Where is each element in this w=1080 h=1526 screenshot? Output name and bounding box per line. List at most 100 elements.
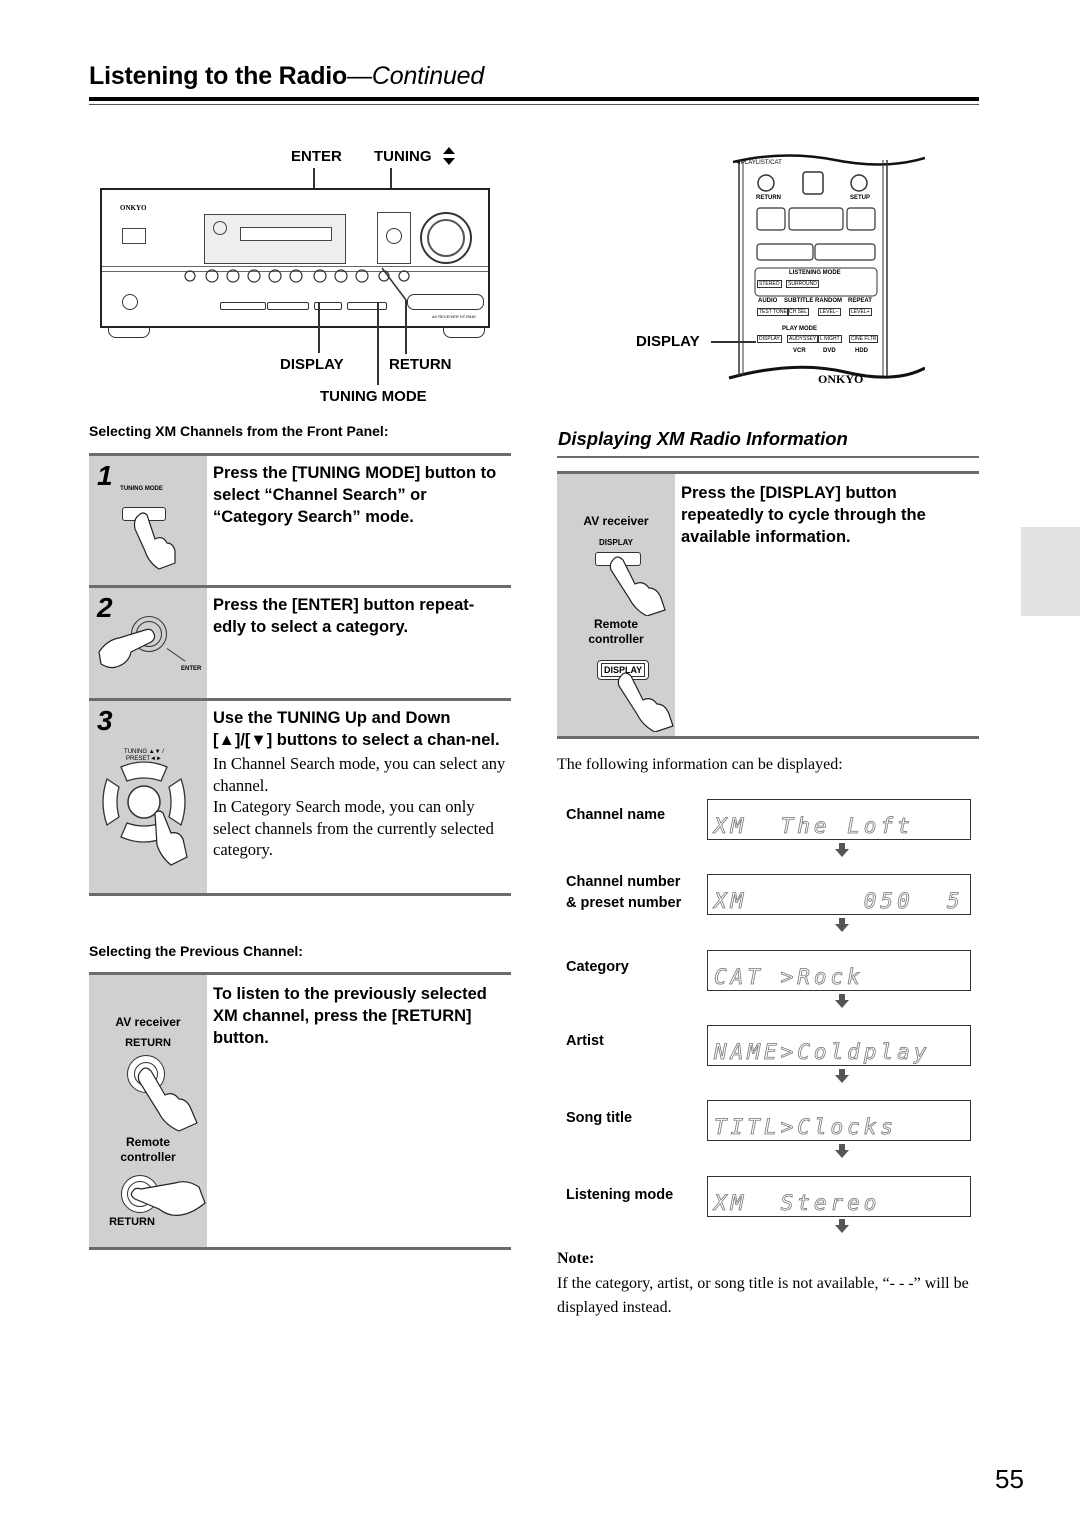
down-arrow-icon	[835, 1219, 849, 1233]
step-3-note-2: In Category Search mode, you can only se…	[213, 797, 494, 859]
lcd-display: NAME>Coldplay	[707, 1025, 971, 1066]
remote-display-callout-line	[711, 341, 756, 343]
lcd-text: XM 050 5	[714, 889, 964, 914]
page-number: 55	[995, 1464, 1024, 1494]
remote-controller-label-2: controller	[120, 1150, 176, 1164]
previous-channel-instruction: To listen to the previously selected XM …	[213, 985, 487, 1047]
lcd-text: NAME>Coldplay	[714, 1040, 931, 1065]
previous-channel-heading: Selecting the Previous Channel:	[89, 943, 303, 959]
step-3-note-1: In Channel Search mode, you can select a…	[213, 754, 506, 795]
step-number: 3	[97, 705, 113, 736]
remote-brand: ONKYO	[818, 372, 864, 386]
down-arrow-icon	[835, 1144, 849, 1158]
tuning-mode-button-label: TUNING MODE	[120, 486, 163, 492]
av-receiver-label: AV receiver	[115, 1015, 181, 1029]
step-1-instruction: Press the [TUNING MODE] button to select…	[213, 464, 497, 526]
receiver-model: AV RECEIVER HT-R640	[432, 314, 476, 319]
step-3: 3 TUNING ▲▼ / PRESET◄► Use the TUNING Up…	[89, 698, 511, 896]
down-arrow-icon	[835, 843, 849, 857]
step-2: 2 ENTER Press the [ENTER] button repeat-…	[89, 585, 511, 700]
display-item-label: Category	[566, 959, 629, 975]
pressing-hand-icon	[98, 628, 156, 669]
remote-ch-sel-button: CH SEL	[787, 308, 810, 316]
remote-cine-filter-button: CINE FLTR	[849, 335, 879, 343]
pressing-hand-icon	[137, 1067, 198, 1132]
display-item-label: Channel number	[566, 874, 681, 890]
xm-info-title-rule	[557, 456, 979, 458]
pressing-hand-icon	[609, 556, 666, 616]
receiver-foot-right	[443, 327, 485, 338]
remote-controller-label-2: controller	[588, 632, 644, 646]
remote-repeat-label: REPEAT	[848, 298, 872, 304]
step-1-illustration: 1 TUNING MODE	[89, 456, 207, 587]
master-volume-knob	[420, 212, 472, 264]
aux-input-panel	[407, 294, 484, 310]
remote-l-night-button: L NIGHT	[818, 335, 842, 343]
step-number: 2	[97, 592, 113, 623]
lcd-text: TITL>Clocks	[714, 1115, 898, 1140]
xm-display-illustration: AV receiver DISPLAY Remote controller DI…	[557, 474, 675, 736]
tuning-label: TUNING	[374, 148, 432, 165]
return-callout-line	[381, 267, 407, 354]
chapter-tab	[1021, 527, 1080, 616]
remote-controller-label-1: Remote	[593, 617, 638, 631]
front-panel-heading: Selecting XM Channels from the Front Pan…	[89, 423, 389, 439]
enter-button-illustration	[386, 228, 402, 244]
header-rule-thin	[89, 104, 979, 105]
step-2-instruction: Press the [ENTER] button repeat-edly to …	[213, 596, 475, 636]
remote-level-plus-button: LEVEL+	[849, 308, 872, 316]
previous-channel-step: AV receiver RETURN Remote controller RET…	[89, 972, 511, 1250]
lcd-display: XM 050 5	[707, 874, 971, 915]
remote-surround-button: SURROUND	[786, 280, 819, 288]
step-2-illustration: 2 ENTER	[89, 588, 207, 700]
remote-play-mode-label: PLAY MODE	[782, 326, 818, 332]
down-arrow-icon	[835, 1069, 849, 1083]
receiver-front-panel: ONKYO AV RECEIVER HT-R640	[100, 188, 490, 328]
xm-display-instruction: Press the [DISPLAY] button repeatedly to…	[681, 484, 926, 546]
lcd-text: CAT >Rock	[714, 965, 864, 990]
remote-subtitle-label: SUBTITLE	[784, 298, 814, 304]
lcd-display: CAT >Rock	[707, 950, 971, 991]
lcd-text: XM Stereo	[714, 1191, 881, 1216]
remote-vcr-label: VCR	[793, 348, 806, 354]
down-arrow-icon	[835, 994, 849, 1008]
display-item-label: Song title	[566, 1110, 633, 1126]
remote-controller-label-1: Remote	[125, 1135, 170, 1149]
pressing-hand-icon	[617, 672, 674, 732]
av-receiver-label: AV receiver	[583, 514, 649, 528]
remote-audio-label: AUDIO	[758, 298, 778, 304]
page-title: Listening to the Radio—Continued	[89, 62, 484, 91]
av-display-label: DISPLAY	[599, 538, 633, 547]
header-rule	[89, 97, 979, 101]
step-number: 1	[97, 460, 113, 491]
remote-display-button: DISPLAY	[757, 335, 782, 343]
tuning-pad-icon	[102, 761, 188, 866]
remote-stereo-button: STEREO	[757, 280, 782, 288]
remote-return-label: RETURN	[756, 195, 781, 201]
enter-button-label: ENTER	[181, 666, 202, 672]
remote-audyssey-button: AUDYSSEY	[787, 335, 819, 343]
lcd-display: XM The Loft	[707, 799, 971, 840]
power-switch	[122, 228, 146, 244]
remote-setup-label: SETUP	[850, 195, 871, 201]
remote-dvd-label: DVD	[823, 348, 836, 354]
enter-label: ENTER	[291, 148, 342, 165]
lcd-display: TITL>Clocks	[707, 1100, 971, 1141]
xm-info-title: Displaying XM Radio Information	[558, 428, 848, 449]
remote-listening-mode-label: LISTENING MODE	[789, 270, 841, 276]
receiver-brand: ONKYO	[120, 204, 147, 212]
remote-level-minus-button: LEVEL−	[818, 308, 841, 316]
tuning-mode-callout-line	[377, 303, 379, 385]
remote-return-label: RETURN	[109, 1216, 155, 1228]
down-arrow-icon	[835, 918, 849, 932]
remote-random-label: RANDOM	[815, 298, 842, 304]
step-3-instruction: Use the TUNING Up and Down [▲]/[▼] butto…	[213, 709, 500, 749]
tuning-pad	[377, 212, 411, 264]
receiver-foot-left	[108, 327, 150, 338]
display-item-label-2: & preset number	[566, 895, 682, 911]
remote-hdd-label: HDD	[855, 348, 868, 354]
receiver-display-window	[204, 214, 346, 264]
display-label: DISPLAY	[280, 356, 344, 373]
previous-channel-illustration: AV receiver RETURN Remote controller RET…	[89, 975, 207, 1247]
display-callout-line	[318, 303, 320, 353]
